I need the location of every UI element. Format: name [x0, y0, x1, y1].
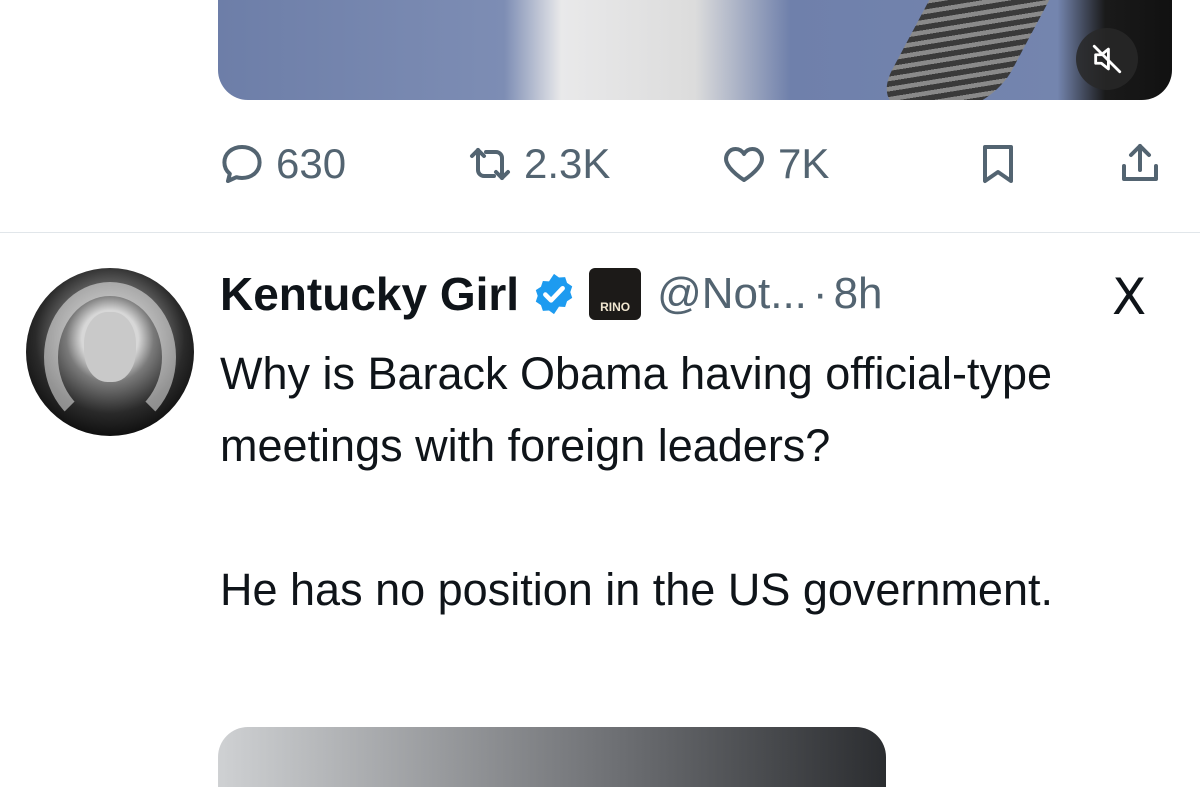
separator-dot: ·: [812, 269, 828, 318]
mute-button[interactable]: [1076, 28, 1138, 90]
affiliation-badge-label: RINO: [600, 300, 631, 314]
bookmark-button[interactable]: [974, 136, 1022, 192]
like-button[interactable]: 7K: [720, 136, 829, 192]
like-icon: [724, 147, 764, 182]
post-header: Kentucky Girl RINO @Not... · 8h: [220, 264, 883, 324]
post-text: Why is Barack Obama having official-type…: [220, 338, 1180, 626]
user-handle[interactable]: @Not...: [657, 269, 807, 319]
share-button[interactable]: [1116, 136, 1164, 192]
verified-badge-icon[interactable]: [531, 271, 577, 317]
post-timestamp[interactable]: 8h: [834, 269, 883, 319]
reply-button[interactable]: 630: [218, 136, 346, 192]
x-logo-icon: X: [1112, 268, 1146, 326]
affiliation-badge[interactable]: RINO: [589, 268, 642, 320]
display-name[interactable]: Kentucky Girl: [220, 267, 519, 321]
post-paragraph: Why is Barack Obama having official-type…: [220, 348, 1053, 471]
post-paragraph: He has no position in the US government.: [220, 564, 1053, 615]
repost-count: 2.3K: [524, 140, 611, 187]
post-divider: [0, 232, 1200, 233]
microphone-image: [870, 0, 1066, 100]
repost-icon: [470, 148, 510, 180]
avatar[interactable]: [26, 268, 194, 436]
previous-post-video[interactable]: [218, 0, 1172, 100]
post-media[interactable]: [218, 727, 886, 787]
like-count: 7K: [778, 140, 830, 187]
reply-count: 630: [276, 140, 347, 187]
mute-icon: [1092, 44, 1122, 74]
x-logo-text: X: [1112, 268, 1147, 326]
share-icon: [1122, 144, 1158, 181]
reply-icon: [222, 145, 262, 183]
bookmark-icon: [983, 145, 1013, 183]
repost-button[interactable]: 2.3K: [466, 136, 610, 192]
previous-post-action-bar: 630 2.3K 7K: [218, 136, 1172, 192]
